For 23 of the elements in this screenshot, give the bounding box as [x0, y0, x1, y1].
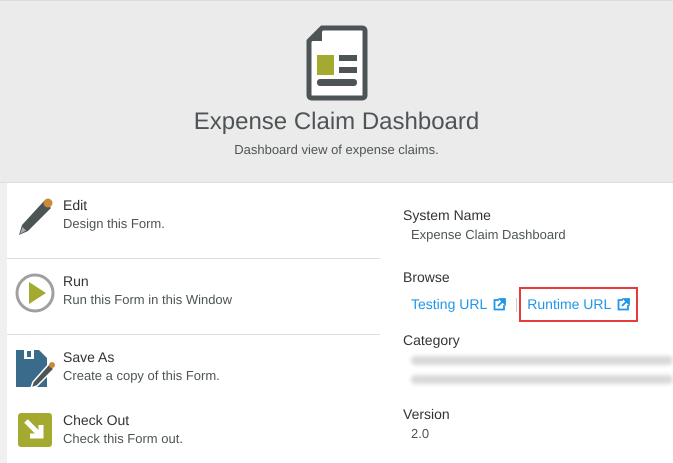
document-icon [306, 25, 368, 101]
field-label: Version [403, 405, 451, 424]
field-value: 2.0 [410, 425, 430, 443]
external-link-icon [493, 298, 506, 311]
check-out-icon [17, 412, 53, 448]
action-description: Check this Form out. [63, 430, 183, 448]
save-as-icon [15, 349, 55, 389]
action-description: Design this Form. [63, 215, 165, 233]
play-icon [15, 273, 55, 313]
form-title: Expense Claim Dashboard [194, 107, 480, 137]
action-description: Run this Form in this Window [63, 291, 232, 309]
field-label: System Name [403, 206, 492, 225]
action-title[interactable]: Run [63, 271, 232, 291]
external-link-icon [617, 298, 630, 311]
field-label: Category [403, 331, 461, 350]
action-title[interactable]: Check Out [63, 410, 183, 430]
pencil-icon [16, 197, 54, 237]
field-value: Expense Claim Dashboard [410, 226, 567, 244]
action-description: Create a copy of this Form. [63, 367, 220, 385]
field-label: Browse [403, 268, 451, 287]
action-title[interactable]: Save As [63, 347, 220, 367]
action-title[interactable]: Edit [63, 195, 165, 215]
form-subtitle: Dashboard view of expense claims. [234, 141, 439, 159]
